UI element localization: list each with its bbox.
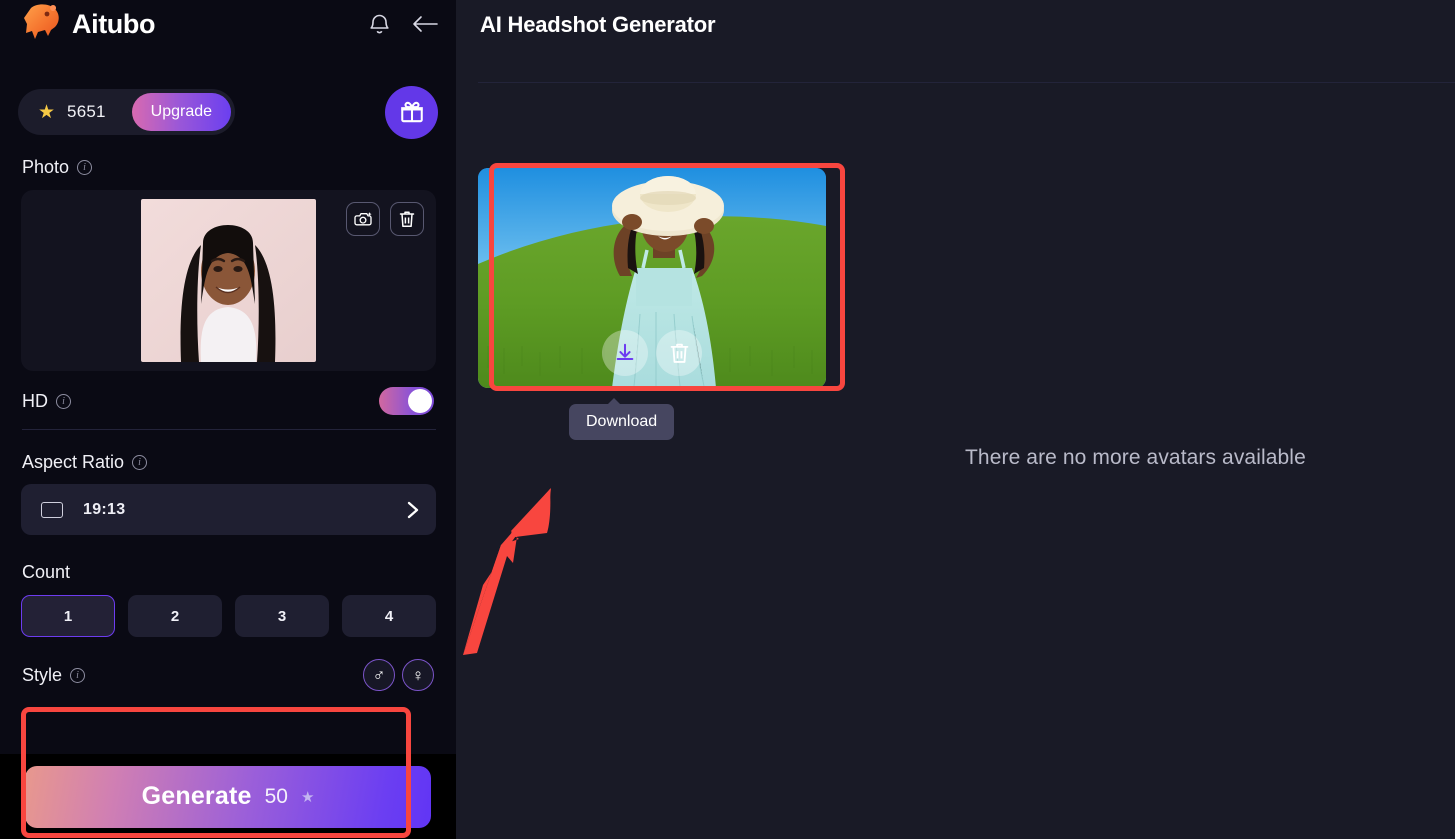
star-icon: ★ [300,788,315,806]
photo-upload-box[interactable] [21,190,436,371]
aspect-ratio-select[interactable]: 19:13 [21,484,436,535]
generated-image-card[interactable] [478,168,826,388]
info-icon[interactable]: i [132,455,148,470]
main-content: AI Headshot Generator Download There are… [456,0,1455,839]
generate-button-label: Generate [141,782,252,810]
empty-state-message: There are no more avatars available [965,446,1306,469]
brand-logo[interactable]: Aitubo [18,4,155,44]
aspect-ratio-value: 19:13 [83,500,126,518]
download-icon[interactable] [602,330,648,376]
gender-female-button[interactable]: ♀ [402,659,434,691]
image-hover-actions [478,318,826,388]
count-options: 1 2 3 4 [21,595,436,637]
credits-amount: 5651 [67,102,106,121]
generate-button[interactable]: Generate 50 ★ [25,765,431,828]
chevron-right-icon [406,500,420,520]
brand-name: Aitubo [72,8,156,39]
credits-pill[interactable]: ★ 5651 Upgrade [18,89,236,135]
notification-bell-icon[interactable] [364,9,394,39]
style-section-label: Style i [0,665,363,686]
photo-label-text: Photo [22,157,70,177]
gift-icon [400,101,423,123]
info-icon[interactable]: i [56,393,71,409]
aspect-ratio-section-label: Aspect Ratio i [0,452,456,473]
hd-label-text: HD [22,390,48,411]
download-tooltip: Download [569,398,675,440]
gender-male-button[interactable]: ♂ [363,659,395,691]
gift-button[interactable] [385,85,438,139]
hd-row: HD i [0,371,436,423]
count-section-label: Count [0,562,456,583]
star-icon: ★ [38,101,56,123]
back-arrow-icon[interactable] [410,9,440,39]
style-row: Style i ♂ ♀ [0,659,456,691]
uploaded-headshot-image [141,199,316,362]
hd-section-label: HD i [0,391,379,412]
aspect-ratio-label-text: Aspect Ratio [22,452,125,472]
photo-thumbnail [141,199,316,362]
camera-sparkle-icon[interactable] [346,202,380,236]
rectangle-icon [41,501,63,518]
sidebar-header: Aitubo [0,0,456,48]
app-root: Aitubo ★ 5651 Upgrade Photo i HD i Aspec… [0,0,1455,839]
info-icon[interactable]: i [77,160,93,175]
count-option-3[interactable]: 3 [235,595,329,637]
count-option-1[interactable]: 1 [21,595,115,637]
generate-cost: 50 [264,784,288,808]
count-label-text: Count [22,562,71,582]
info-icon[interactable]: i [70,667,86,683]
capybara-logo-icon [24,4,59,39]
sidebar-panel: Aitubo ★ 5651 Upgrade Photo i HD i Aspec… [0,0,456,839]
page-title: AI Headshot Generator [480,12,716,37]
delete-photo-trash-icon[interactable] [390,202,424,236]
delete-image-trash-icon[interactable] [656,330,702,376]
photo-section-label: Photo i [0,157,456,178]
credits-row: ★ 5651 Upgrade [0,85,456,139]
generate-bar: Generate 50 ★ [0,754,456,839]
upgrade-button[interactable]: Upgrade [131,93,232,131]
count-option-4[interactable]: 4 [342,595,436,637]
hd-divider [22,429,436,430]
hd-toggle-knob [408,389,432,413]
header-divider [478,82,1455,83]
count-option-2[interactable]: 2 [128,595,222,637]
style-label-text: Style [22,664,63,685]
photo-action-buttons [346,202,424,236]
hd-toggle[interactable] [379,387,434,415]
